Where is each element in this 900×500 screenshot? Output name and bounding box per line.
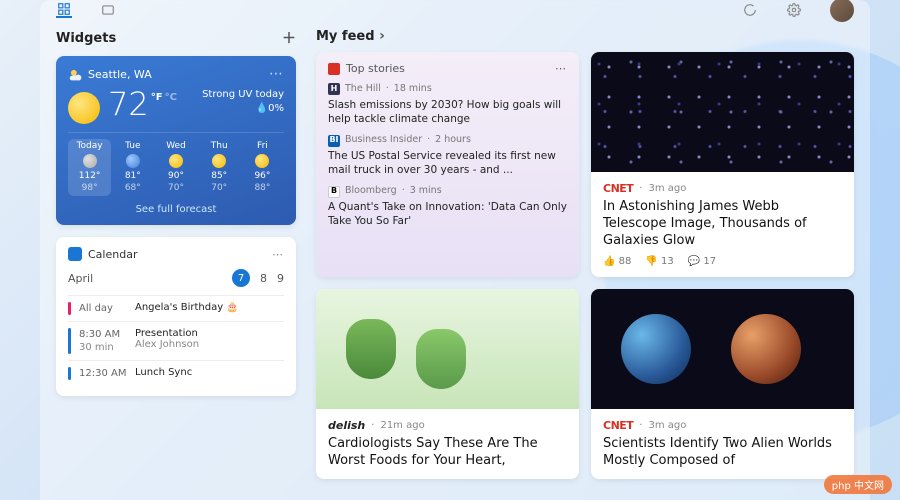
- calendar-month[interactable]: April: [68, 272, 93, 285]
- calendar-event[interactable]: 8:30 AM30 min PresentationAlex Johnson: [68, 321, 284, 360]
- dislike-button[interactable]: 👎 13: [645, 256, 673, 267]
- news-image: [591, 52, 854, 172]
- weather-more-button[interactable]: ⋯: [269, 66, 284, 82]
- calendar-date[interactable]: 8: [260, 272, 267, 285]
- calendar-card[interactable]: Calendar ⋯ April 7 8 9 All day Angela': [56, 237, 296, 396]
- home-tab-icon[interactable]: [56, 2, 72, 18]
- source-label: delish: [328, 419, 365, 432]
- news-card[interactable]: delish · 21m ago Cardiologists Say These…: [316, 289, 579, 480]
- top-story-item[interactable]: HThe Hill · 18 mins Slash emissions by 2…: [328, 83, 567, 126]
- watermark: php 中文网: [824, 475, 892, 494]
- event-color-bar: [68, 367, 71, 380]
- weather-logo-icon: [68, 67, 82, 81]
- top-stories-label: Top stories: [346, 62, 405, 75]
- chevron-right-icon: ›: [379, 28, 385, 44]
- calendar-event[interactable]: 12:30 AM Lunch Sync: [68, 360, 284, 386]
- comment-button[interactable]: 💬 17: [688, 256, 716, 267]
- calendar-title: Calendar: [88, 248, 137, 261]
- source-badge-icon: H: [328, 83, 340, 95]
- sun-icon: [169, 154, 183, 168]
- news-image: [591, 289, 854, 409]
- add-widget-button[interactable]: ＋: [282, 28, 296, 48]
- news-image: [316, 289, 579, 409]
- top-stories-card: Top stories ⋯ HThe Hill · 18 mins Slash …: [316, 52, 579, 277]
- forecast-day[interactable]: Tue 81°68°: [111, 139, 154, 196]
- calendar-events: All day Angela's Birthday 🎂 8:30 AM30 mi…: [68, 295, 284, 386]
- forecast-day[interactable]: Today 112°98°: [68, 139, 111, 196]
- reactions: 👍 88 👎 13 💬 17: [603, 256, 842, 267]
- calendar-date[interactable]: 9: [277, 272, 284, 285]
- forecast-day[interactable]: Thu 85°70°: [198, 139, 241, 196]
- source-badge-icon: BI: [328, 135, 340, 147]
- calendar-more-button[interactable]: ⋯: [272, 248, 284, 261]
- sun-icon: [255, 154, 269, 168]
- secondary-tab-icon[interactable]: [100, 2, 116, 18]
- top-story-item[interactable]: BBloomberg · 3 mins A Quant's Take on In…: [328, 185, 567, 228]
- source-label: CNET: [603, 419, 633, 432]
- refresh-icon[interactable]: [742, 2, 758, 18]
- news-card[interactable]: CNET · 3m ago Scientists Identify Two Al…: [591, 289, 854, 480]
- top-stories-icon: [328, 63, 340, 75]
- droplet-icon: 💧: [256, 103, 268, 114]
- calendar-icon: [68, 247, 82, 261]
- forecast-day[interactable]: Fri 96°88°: [241, 139, 284, 196]
- news-title: Cardiologists Say These Are The Worst Fo…: [328, 436, 567, 470]
- weather-location: Seattle, WA: [88, 68, 152, 81]
- widgets-label: Widgets: [56, 31, 116, 46]
- forecast-row: Today 112°98° Tue 81°68° Wed 90°70°: [68, 132, 284, 196]
- widgets-panel: Widgets ＋ Seattle, WA ⋯ 72 °F: [40, 0, 870, 500]
- weather-condition: Strong UV today 💧0%: [202, 88, 284, 116]
- rain-icon: [126, 154, 140, 168]
- feed-header[interactable]: My feed ›: [316, 28, 854, 44]
- news-title: In Astonishing James Webb Telescope Imag…: [603, 199, 842, 250]
- avatar[interactable]: [830, 0, 854, 22]
- forecast-day[interactable]: Wed 90°70°: [154, 139, 197, 196]
- settings-icon[interactable]: [786, 2, 802, 18]
- sun-icon: [212, 154, 226, 168]
- widgets-header: Widgets ＋: [56, 28, 296, 48]
- topbar: [40, 0, 870, 20]
- top-story-item[interactable]: BIBusiness Insider · 2 hours The US Post…: [328, 134, 567, 177]
- weather-temp: 72 °F °C: [108, 88, 177, 120]
- news-card[interactable]: CNET · 3m ago In Astonishing James Webb …: [591, 52, 854, 277]
- top-stories-more-button[interactable]: ⋯: [555, 62, 567, 75]
- news-title: Scientists Identify Two Alien Worlds Mos…: [603, 436, 842, 470]
- source-badge-icon: B: [328, 186, 340, 198]
- event-color-bar: [68, 302, 71, 315]
- event-color-bar: [68, 328, 71, 354]
- weather-card[interactable]: Seattle, WA ⋯ 72 °F °C Strong UV today 💧…: [56, 56, 296, 225]
- sun-icon: [68, 92, 100, 124]
- calendar-date-selected[interactable]: 7: [232, 269, 250, 287]
- calendar-event[interactable]: All day Angela's Birthday 🎂: [68, 295, 284, 321]
- like-button[interactable]: 👍 88: [603, 256, 631, 267]
- cloud-icon: [83, 154, 97, 168]
- source-label: CNET: [603, 182, 633, 195]
- full-forecast-link[interactable]: See full forecast: [68, 204, 284, 215]
- feed-label: My feed: [316, 29, 375, 44]
